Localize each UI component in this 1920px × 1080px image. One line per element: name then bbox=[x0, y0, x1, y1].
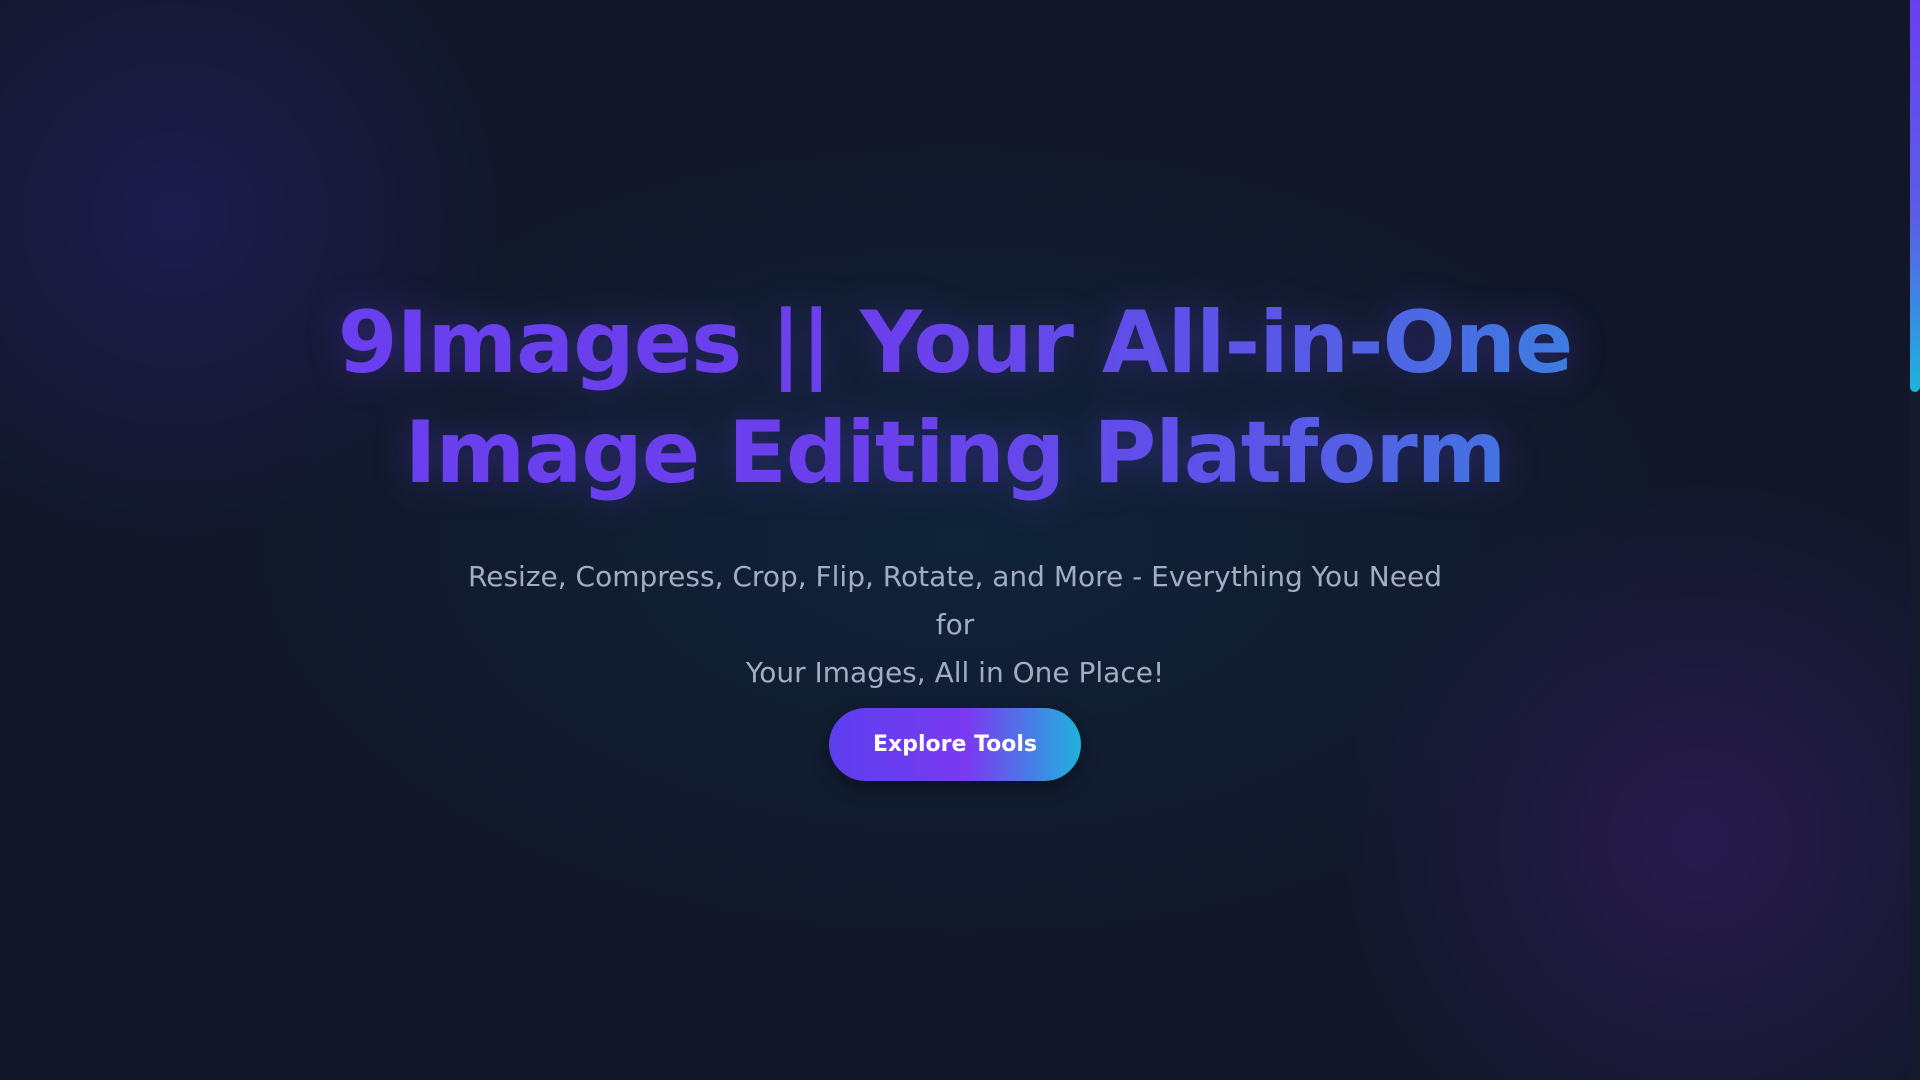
hero-title: 9Images || Your All-in-One Image Editing… bbox=[190, 288, 1720, 508]
hero-subtitle-line-2: Your Images, All in One Place! bbox=[745, 656, 1165, 689]
hero-title-line-2: Image Editing Platform bbox=[404, 403, 1506, 503]
hero-subtitle: Resize, Compress, Crop, Flip, Rotate, an… bbox=[460, 553, 1450, 697]
page-scrollbar[interactable] bbox=[1910, 0, 1920, 1080]
hero-title-line-1: 9Images || Your All-in-One bbox=[337, 293, 1573, 393]
explore-tools-button[interactable]: Explore Tools bbox=[829, 708, 1081, 781]
hero-subtitle-line-1: Resize, Compress, Crop, Flip, Rotate, an… bbox=[468, 560, 1442, 641]
scrollbar-thumb[interactable] bbox=[1910, 0, 1920, 392]
hero-section: 9Images || Your All-in-One Image Editing… bbox=[0, 0, 1910, 1080]
